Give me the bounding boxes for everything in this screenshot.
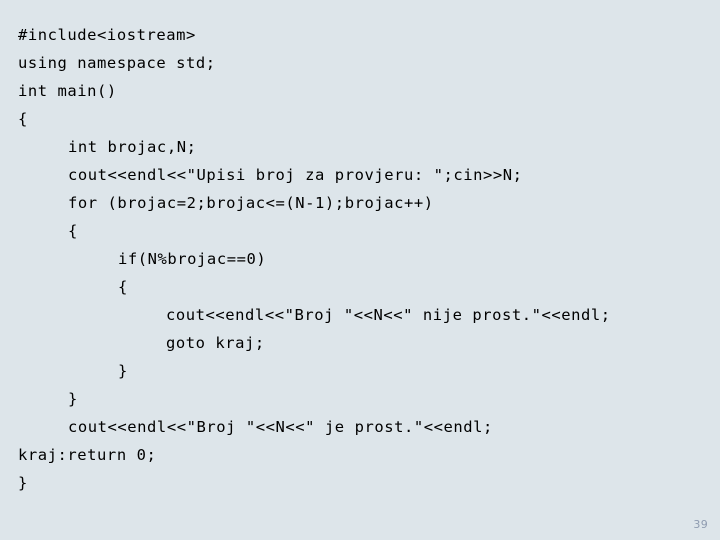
code-line: }: [18, 474, 28, 492]
code-line: cout<<endl<<"Broj "<<N<<" je prost."<<en…: [68, 418, 493, 436]
code-line: for (brojac=2;brojac<=(N-1);brojac++): [68, 194, 434, 212]
code-line: }: [68, 390, 78, 408]
code-line: int brojac,N;: [68, 138, 197, 156]
code-line: {: [18, 110, 28, 128]
code-line: using namespace std;: [18, 54, 216, 72]
code-line: }: [118, 362, 128, 380]
code-line: cout<<endl<<"Upisi broj za provjeru: ";c…: [68, 166, 523, 184]
code-line: #include<iostream>: [18, 26, 196, 44]
code-line: if(N%brojac==0): [118, 250, 267, 268]
code-line: {: [118, 278, 128, 296]
code-line: {: [68, 222, 78, 240]
slide-canvas: #include<iostream> using namespace std; in…: [0, 0, 720, 540]
code-line: goto kraj;: [166, 334, 265, 352]
code-line: cout<<endl<<"Broj "<<N<<" nije prost."<<…: [166, 306, 611, 324]
code-line: kraj:return 0;: [18, 446, 157, 464]
code-listing: #include<iostream> using namespace std; in…: [18, 21, 708, 497]
code-line: int main(): [18, 82, 117, 100]
page-number: 39: [693, 518, 708, 531]
